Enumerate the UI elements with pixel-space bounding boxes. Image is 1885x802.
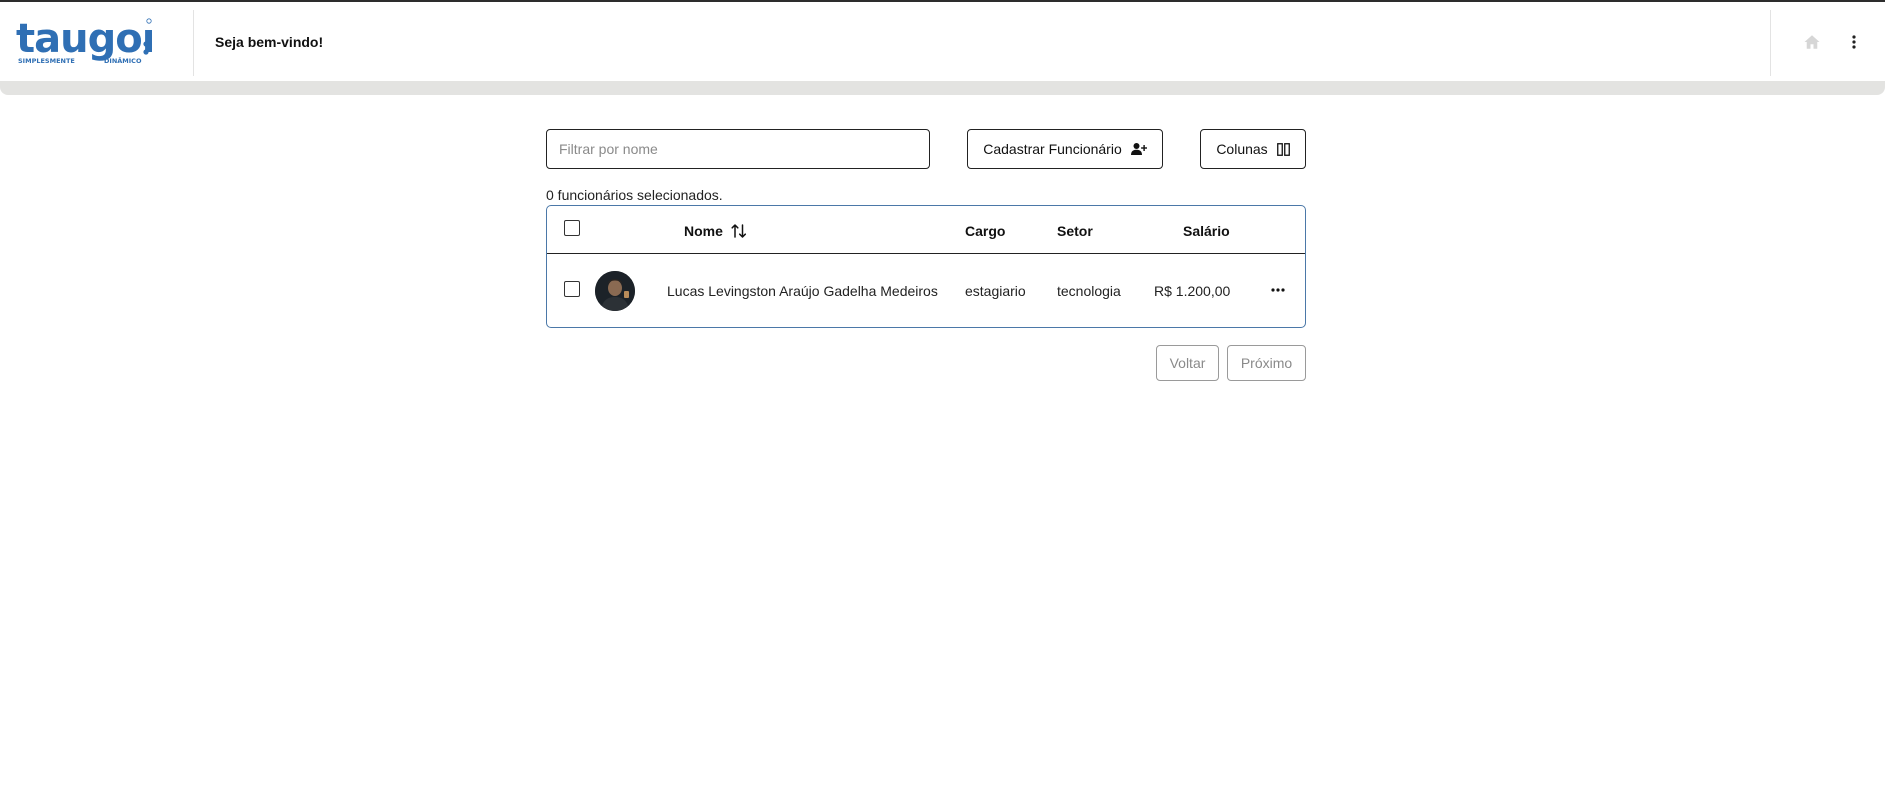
cell-setor: tecnologia: [1057, 283, 1121, 299]
sort-icon[interactable]: [731, 223, 747, 239]
more-vertical-icon: [1852, 35, 1856, 49]
select-all-checkbox[interactable]: [564, 220, 580, 236]
svg-text:SIMPLESMENTE: SIMPLESMENTE: [18, 57, 75, 65]
user-plus-icon: [1130, 142, 1147, 156]
table-row[interactable]: Lucas Levingston Araújo Gadelha Medeiros…: [547, 254, 1305, 327]
cell-nome: Lucas Levingston Araújo Gadelha Medeiros: [667, 283, 938, 299]
column-header-salario: Salário: [1183, 223, 1230, 239]
next-page-button[interactable]: Próximo: [1227, 345, 1306, 381]
table-header: Nome Cargo Setor Salário: [547, 206, 1305, 254]
more-horizontal-icon: [1271, 288, 1285, 292]
avatar: [595, 271, 635, 311]
columns-icon: [1276, 142, 1290, 156]
loading-progress-bar: [0, 81, 1885, 95]
app-header: taugor SIMPLESMENTE DINÂMICO Seja bem-vi…: [0, 2, 1885, 82]
column-header-setor: Setor: [1057, 223, 1093, 239]
home-icon: [1804, 35, 1820, 49]
row-actions-button[interactable]: [1269, 282, 1287, 298]
more-menu-button[interactable]: [1846, 32, 1862, 52]
filter-by-name-input[interactable]: [546, 129, 930, 169]
selected-count-text: 0 funcionários selecionados.: [546, 187, 723, 203]
taugor-logo[interactable]: taugor SIMPLESMENTE DINÂMICO: [16, 16, 163, 68]
column-header-cargo: Cargo: [965, 223, 1006, 239]
home-button[interactable]: [1802, 32, 1822, 52]
header-divider-right: [1770, 10, 1771, 76]
svg-text:DINÂMICO: DINÂMICO: [104, 56, 142, 65]
column-header-nome[interactable]: Nome: [684, 223, 723, 239]
columns-button[interactable]: Colunas: [1200, 129, 1306, 169]
svg-text:taugor: taugor: [16, 16, 152, 62]
row-select-checkbox[interactable]: [564, 281, 580, 297]
header-divider: [193, 10, 194, 76]
register-employee-label: Cadastrar Funcionário: [983, 141, 1122, 157]
cell-salario: R$ 1.200,00: [1154, 283, 1231, 299]
employees-table: Nome Cargo Setor Salário Lucas Levingsto…: [546, 205, 1306, 328]
register-employee-button[interactable]: Cadastrar Funcionário: [967, 129, 1163, 169]
cell-cargo: estagiario: [965, 283, 1026, 299]
welcome-message: Seja bem-vindo!: [215, 34, 324, 50]
previous-page-button[interactable]: Voltar: [1156, 345, 1219, 381]
columns-label: Colunas: [1216, 141, 1268, 157]
